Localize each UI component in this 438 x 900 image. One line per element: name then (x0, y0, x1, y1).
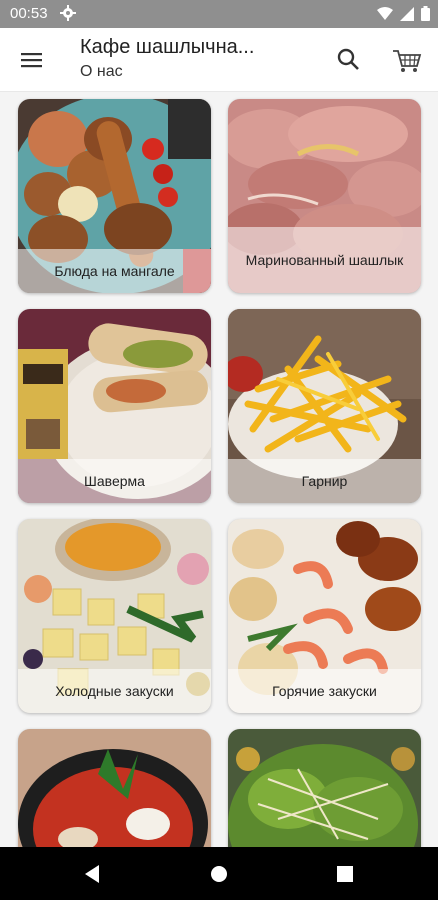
category-card-salad[interactable] (228, 729, 421, 847)
settings-gear-icon (60, 5, 76, 26)
category-card-soup[interactable] (18, 729, 211, 847)
search-icon[interactable] (334, 45, 364, 75)
app-title: Кафе шашлычна... (80, 36, 255, 58)
category-label: Гарнир (228, 459, 421, 503)
app-titles: Кафе шашлычна... О нас (80, 36, 310, 81)
signal-icon (400, 6, 414, 26)
salad-photo (228, 729, 421, 847)
category-label: Шаверма (18, 459, 211, 503)
system-nav-bar (0, 847, 438, 900)
back-icon[interactable] (80, 861, 106, 887)
category-label: Горячие закуски (228, 669, 421, 713)
category-label: Блюда на мангале (18, 249, 211, 293)
category-card-grill[interactable]: Блюда на мангале (18, 99, 211, 293)
menu-icon[interactable] (14, 44, 50, 76)
category-grid: Блюда на мангале Маринованный шашлык Шав… (0, 92, 438, 847)
category-card-garnish[interactable]: Гарнир (228, 309, 421, 503)
status-bar: 00:53 (0, 0, 438, 28)
app-subtitle: О нас (80, 63, 123, 80)
category-label: Маринованный шашлык (228, 227, 421, 293)
soup-photo (18, 729, 211, 847)
wifi-icon (377, 6, 393, 26)
category-label: Холодные закуски (18, 669, 211, 713)
category-card-hot-appetizers[interactable]: Горячие закуски (228, 519, 421, 713)
category-card-marinated[interactable]: Маринованный шашлык (228, 99, 421, 293)
cart-icon[interactable] (390, 43, 424, 77)
battery-icon (421, 6, 430, 26)
category-card-cold-appetizers[interactable]: Холодные закуски (18, 519, 211, 713)
app-bar: Кафе шашлычна... О нас (0, 28, 438, 92)
status-time: 00:53 (10, 5, 48, 22)
recents-icon[interactable] (332, 861, 358, 887)
category-card-shawarma[interactable]: Шаверма (18, 309, 211, 503)
home-icon[interactable] (206, 861, 232, 887)
